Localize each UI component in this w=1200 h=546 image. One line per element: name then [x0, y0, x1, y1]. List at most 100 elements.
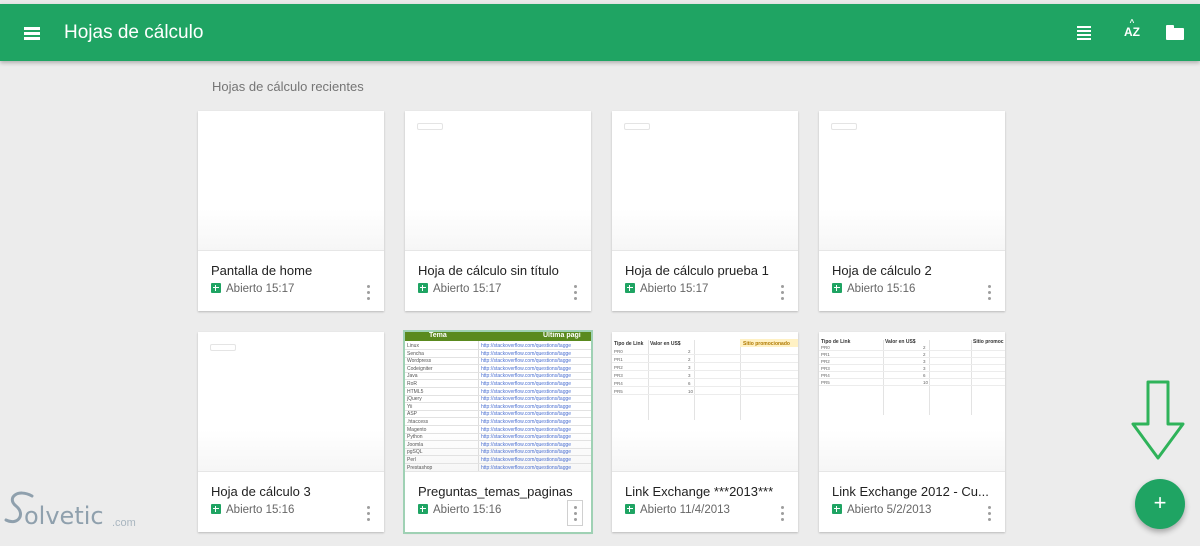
thumb-cell: http://stackoverflow.com/questions/tagge [481, 411, 572, 418]
file-thumbnail: Tipo de Link Valor en US$ Sitio promoc P… [819, 332, 1005, 472]
thumb-cell: http://stackoverflow.com/questions/tagge [481, 449, 572, 456]
file-card-selected[interactable]: Tema Ultima pagi Linux http://stackoverfl… [403, 330, 593, 534]
file-opened: Abierto 15:17 [433, 283, 502, 295]
file-card[interactable]: Hoja de cálculo prueba 1 Abierto 15:17 [612, 111, 798, 311]
file-card[interactable]: Pantalla de home Abierto 15:17 [198, 111, 384, 311]
thumb-cell: PR0 [614, 349, 623, 354]
thumb-cell: http://stackoverflow.com/questions/tagge [481, 426, 572, 433]
file-card[interactable]: Hoja de cálculo 2 Abierto 15:16 [819, 111, 1005, 311]
thumb-row: Codeigniter http://stackoverflow.com/ques… [405, 365, 591, 373]
more-options-icon[interactable] [985, 504, 993, 522]
thumb-row: PR2 3 [612, 365, 798, 371]
more-options-icon[interactable] [571, 283, 579, 301]
sort-az-label: AZ [1124, 25, 1140, 39]
more-options-icon[interactable] [567, 500, 583, 526]
file-title: Preguntas_temas_paginas [418, 484, 573, 499]
thumb-row: Magento http://stackoverflow.com/question… [405, 426, 591, 434]
thumb-header: Tipo de Link [614, 341, 644, 347]
file-card[interactable]: Tipo de Link Valor en US$ Sitio promocio… [612, 332, 798, 532]
thumb-row: Python http://stackoverflow.com/questions… [405, 435, 591, 442]
thumb-cell: Magento [407, 426, 427, 433]
arrow-down-icon [1131, 380, 1185, 460]
thumb-header: Sitio promoc [973, 339, 1004, 345]
sheets-icon [832, 504, 842, 514]
thumb-row: PR1 2 [612, 357, 798, 363]
file-thumbnail [198, 111, 384, 251]
app-title: Hojas de cálculo [64, 22, 204, 43]
more-options-icon[interactable] [778, 504, 786, 522]
thumb-cell: 10 [688, 389, 694, 394]
thumb-cell: 6 [923, 373, 926, 378]
thumb-header: Valor en US$ [650, 341, 681, 347]
more-options-icon[interactable] [985, 283, 993, 301]
thumb-row: Sencha http://stackoverflow.com/questions… [405, 350, 591, 358]
sheets-icon [418, 283, 428, 293]
thumb-cell: Linux [407, 343, 419, 349]
thumb-cell: http://stackoverflow.com/questions/tagge [481, 350, 572, 357]
thumb-cell: http://stackoverflow.com/questions/tagge [481, 396, 572, 403]
menu-icon[interactable] [20, 21, 44, 45]
file-meta: Abierto 5/2/2013 [832, 504, 931, 516]
thumb-cell: PR5 [614, 389, 623, 394]
thumb-cell: 2 [923, 345, 926, 350]
folder-icon[interactable] [1163, 20, 1187, 44]
thumb-cell: pgSQL [407, 449, 423, 456]
thumb-cell: PR1 [614, 357, 623, 362]
file-card[interactable]: Tipo de Link Valor en US$ Sitio promoc P… [819, 332, 1005, 532]
file-opened: Abierto 11/4/2013 [640, 504, 730, 516]
more-options-icon[interactable] [364, 504, 372, 522]
list-view-icon[interactable] [1072, 20, 1096, 44]
thumb-row: PR5 10 [819, 380, 1005, 386]
file-meta: Abierto 15:17 [625, 283, 708, 295]
thumb-cell: 2 [923, 352, 926, 357]
thumb-header: Tema Ultima pagi [405, 332, 591, 341]
thumb-cell: http://stackoverflow.com/questions/tagge [481, 381, 572, 387]
new-spreadsheet-button[interactable]: + [1135, 479, 1185, 529]
watermark-logo: olvetic .com [4, 486, 144, 542]
file-thumbnail: Tema Ultima pagi Linux http://stackoverfl… [405, 332, 591, 472]
thumb-cell: http://stackoverflow.com/questions/tagge [481, 365, 572, 372]
file-card[interactable]: Hoja de cálculo sin título Abierto 15:17 [405, 111, 591, 311]
thumb-cell: Joomla [407, 441, 424, 448]
thumb-row: .htaccess http://stackoverflow.com/questi… [405, 420, 591, 426]
file-thumbnail: Tipo de Link Valor en US$ Sitio promocio… [612, 332, 798, 472]
thumb-row: Linux http://stackoverflow.com/questions/… [405, 344, 591, 350]
thumb-row: PR4 6 [612, 381, 798, 387]
thumb-row: PR1 2 [819, 352, 1005, 358]
thumb-cell: PR0 [821, 345, 830, 350]
file-title: Link Exchange ***2013*** [625, 484, 774, 499]
thumb-row: PR3 3 [819, 366, 1005, 372]
file-opened: Abierto 5/2/2013 [847, 504, 932, 516]
thumb-row: ASP http://stackoverflow.com/questions/ta… [405, 411, 591, 419]
thumb-cell: ASP [407, 411, 418, 418]
file-opened: Abierto 15:16 [433, 504, 502, 516]
file-thumbnail [612, 111, 798, 251]
file-meta: Abierto 15:17 [418, 283, 501, 295]
sort-az-icon[interactable]: ^ AZ [1120, 19, 1144, 44]
thumb-cell: 3 [923, 359, 926, 364]
thumb-cell: PR4 [821, 373, 830, 378]
sheets-icon [211, 283, 221, 293]
thumb-cell: http://stackoverflow.com/questions/tagge [481, 457, 572, 463]
thumb-cell: Codeigniter [407, 365, 433, 372]
thumb-cell: Java [407, 373, 418, 380]
thumb-col-header: Ultima pagi [543, 332, 581, 339]
file-opened: Abierto 15:16 [847, 283, 916, 295]
thumb-cell: PR2 [614, 365, 623, 370]
file-card[interactable]: Hoja de cálculo 3 Abierto 15:16 [198, 332, 384, 532]
more-options-icon[interactable] [778, 283, 786, 301]
thumb-cell: 2 [688, 357, 691, 362]
thumb-row: PR5 10 [612, 389, 798, 395]
thumb-col-header: Tema [429, 332, 447, 339]
thumb-cell: RoR [407, 381, 418, 387]
thumb-row: Java http://stackoverflow.com/questions/t… [405, 373, 591, 381]
file-title: Hoja de cálculo prueba 1 [625, 263, 769, 278]
watermark-text: olvetic [24, 502, 104, 530]
more-options-icon[interactable] [364, 283, 372, 301]
sheets-icon [832, 283, 842, 293]
thumb-cell: Yii [407, 403, 413, 410]
file-title: Link Exchange 2012 - Cu... [832, 484, 989, 499]
file-opened: Abierto 15:17 [226, 283, 295, 295]
file-opened: Abierto 15:17 [640, 283, 709, 295]
thumb-cell: http://stackoverflow.com/questions/tagge [481, 388, 572, 395]
